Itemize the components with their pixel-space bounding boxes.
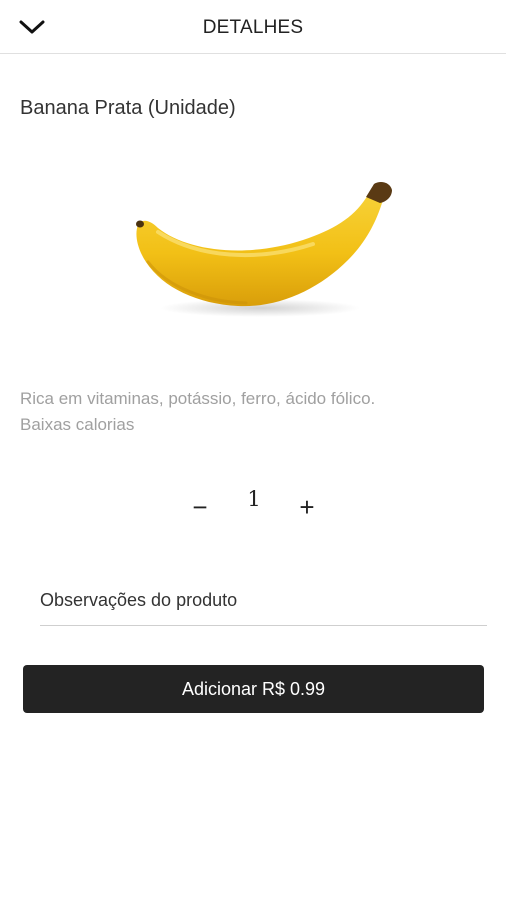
page-title: DETALHES (202, 17, 304, 38)
increase-quantity-button[interactable]: + (289, 487, 325, 527)
description-line: Rica em vitaminas, potássio, ferro, ácid… (20, 389, 376, 408)
add-to-cart-button[interactable]: Adicionar R$ 0.99 (23, 665, 484, 713)
banana-image (128, 170, 398, 330)
decrease-quantity-button[interactable]: − (182, 487, 218, 527)
product-notes-field[interactable] (40, 576, 487, 626)
top-bar: DETALHES (0, 0, 506, 54)
quantity-stepper: − 1 + (0, 485, 506, 525)
description-line: Baixas calorias (20, 415, 135, 434)
quantity-value: 1 (247, 487, 261, 511)
product-name: Banana Prata (Unidade) (20, 97, 236, 119)
product-description: Rica em vitaminas, potássio, ferro, ácid… (20, 386, 490, 438)
